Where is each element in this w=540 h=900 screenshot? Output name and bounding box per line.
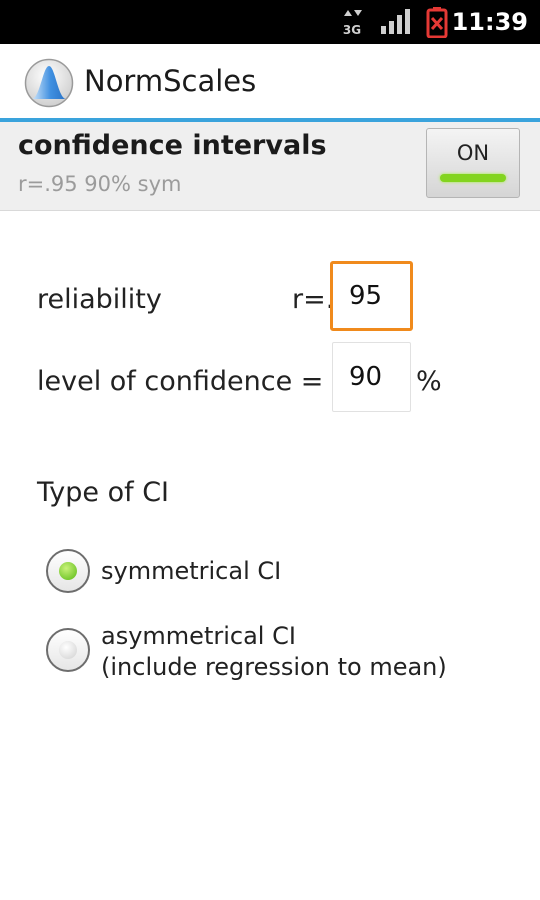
- reliability-prefix: r=.: [292, 284, 335, 315]
- network-type-label: 3G: [343, 23, 361, 37]
- battery-empty-icon: [426, 0, 448, 44]
- radio-selected-indicator: [59, 562, 77, 580]
- reliability-input[interactable]: 95: [330, 261, 413, 331]
- data-transfer-icon: 3G: [340, 0, 364, 44]
- asymmetrical-ci-label[interactable]: asymmetrical CI (include regression to m…: [101, 621, 447, 683]
- action-bar: NormScales: [0, 44, 540, 122]
- symmetrical-ci-radio[interactable]: [46, 549, 90, 593]
- toggle-indicator: [440, 174, 506, 182]
- reliability-label: reliability: [37, 284, 162, 315]
- percent-unit: %: [416, 366, 442, 397]
- ci-type-heading: Type of CI: [37, 477, 170, 508]
- status-bar: 3G 11:39: [0, 0, 540, 44]
- clock: 11:39: [451, 8, 528, 36]
- symmetrical-ci-label[interactable]: symmetrical CI: [101, 556, 281, 587]
- confidence-level-label: level of confidence =: [37, 366, 324, 397]
- asymmetrical-ci-label-line2: (include regression to mean): [101, 653, 447, 681]
- confidence-level-input[interactable]: 90: [332, 342, 411, 412]
- signal-strength-icon: [380, 0, 412, 44]
- section-summary: r=.95 90% sym: [18, 172, 182, 196]
- section-title: confidence intervals: [18, 130, 327, 161]
- confidence-level-input-value: 90: [349, 362, 383, 392]
- confidence-intervals-header: confidence intervals r=.95 90% sym ON: [0, 122, 540, 211]
- confidence-intervals-toggle-button[interactable]: ON: [426, 128, 520, 198]
- app-title: NormScales: [84, 64, 257, 98]
- reliability-input-value: 95: [349, 281, 383, 311]
- app-logo-icon[interactable]: [24, 58, 74, 108]
- asymmetrical-ci-label-line1: asymmetrical CI: [101, 622, 296, 650]
- radio-unselected-indicator: [59, 641, 77, 659]
- asymmetrical-ci-radio[interactable]: [46, 628, 90, 672]
- toggle-label: ON: [456, 141, 490, 165]
